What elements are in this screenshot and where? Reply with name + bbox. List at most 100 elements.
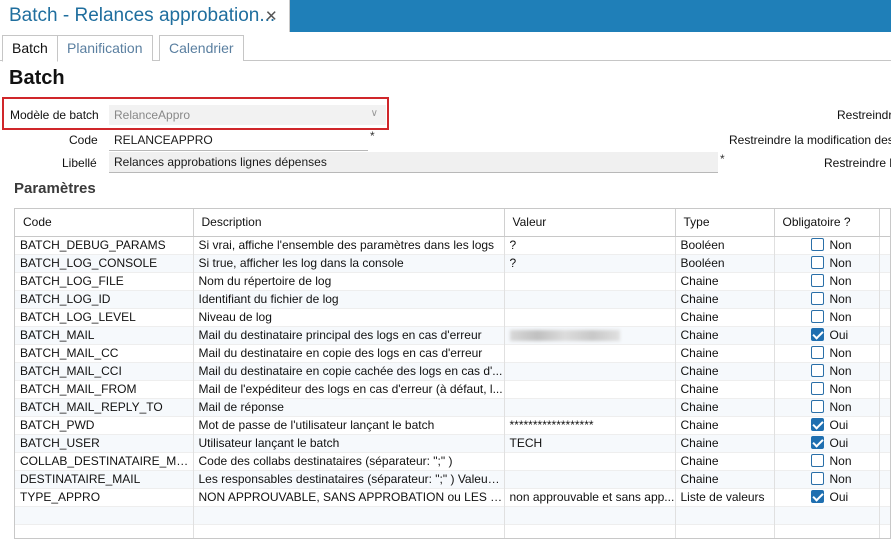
table-row[interactable]: BATCH_LOG_FILE Nom du répertoire de log Ch… (15, 272, 890, 290)
required-checkbox[interactable] (810, 310, 824, 324)
cell-value[interactable] (504, 326, 676, 344)
tab-bar: Batch Planification Calendrier (0, 32, 891, 62)
cell-type: Liste de valeurs (675, 488, 775, 506)
cell-type: Chaine (675, 326, 775, 344)
close-icon[interactable]: ✕ (265, 7, 278, 25)
required-label: Oui (829, 417, 849, 432)
cell-required: Non (774, 362, 880, 380)
cell-extra (879, 344, 890, 362)
cell-extra (879, 326, 890, 344)
cell-code: BATCH_MAIL_REPLY_TO (15, 398, 194, 416)
cell-value[interactable]: non approuvable et sans app... (504, 488, 676, 506)
cell-code: BATCH_LOG_CONSOLE (15, 254, 194, 272)
cell-value[interactable] (504, 308, 676, 326)
cell-value[interactable] (504, 398, 676, 416)
cell-extra (879, 362, 890, 380)
cell-value-text: ? (509, 238, 517, 252)
required-checkbox[interactable] (810, 238, 824, 252)
cell-code: BATCH_MAIL_CC (15, 344, 194, 362)
required-checkbox[interactable] (810, 436, 824, 450)
column-header-value[interactable]: Valeur (504, 209, 676, 237)
cell-type: Chaine (675, 344, 775, 362)
cell-code: BATCH_MAIL (15, 326, 194, 344)
cell-type: Chaine (675, 452, 775, 470)
table-row[interactable]: BATCH_USER Utilisateur lançant le batch TE… (15, 434, 890, 452)
column-header-extra (879, 209, 890, 237)
required-checkbox[interactable] (810, 472, 824, 486)
table-row[interactable]: BATCH_MAIL_FROM Mail de l'expéditeur des … (15, 380, 890, 398)
required-checkbox[interactable] (810, 274, 824, 288)
cell-description: Mail du destinataire en copie des logs e… (193, 344, 505, 362)
table-row[interactable]: BATCH_PWD Mot de passe de l'utilisateur l… (15, 416, 890, 434)
table-row[interactable]: BATCH_LOG_ID Identifiant du fichier de lo… (15, 290, 890, 308)
cell-value[interactable]: ****************** (504, 416, 676, 434)
required-label: Non (829, 399, 852, 414)
cell-value[interactable]: ? (504, 236, 676, 254)
cell-type: Chaine (675, 362, 775, 380)
table-row[interactable]: DESTINATAIRE_MAIL Les responsables destin… (15, 470, 890, 488)
cell-value[interactable] (504, 344, 676, 362)
cell-type: Chaine (675, 416, 775, 434)
tab-calendrier[interactable]: Calendrier (159, 35, 244, 61)
table-row[interactable]: COLLAB_DESTINATAIRE_MAIL Code des collabs… (15, 452, 890, 470)
table-row[interactable]: BATCH_MAIL_CCI Mail du destinataire en co… (15, 362, 890, 380)
cell-value[interactable]: TECH (504, 434, 676, 452)
required-checkbox[interactable] (810, 418, 824, 432)
table-row[interactable]: BATCH_MAIL Mail du destinataire principal… (15, 326, 890, 344)
cell-required: Non (774, 452, 880, 470)
required-checkbox[interactable] (810, 328, 824, 342)
cell-extra (879, 452, 890, 470)
table-row[interactable]: BATCH_MAIL_CC Mail du destinataire en cop… (15, 344, 890, 362)
model-select[interactable]: RelanceAppro ∨ (109, 105, 386, 125)
tab-batch[interactable]: Batch (2, 35, 58, 62)
restrict-label-2: Restreindre la modification des (729, 133, 891, 147)
cell-value[interactable] (504, 290, 676, 308)
required-label: Non (829, 363, 852, 378)
required-label: Non (829, 471, 852, 486)
cell-value-text: TECH (509, 436, 543, 450)
table-row[interactable]: BATCH_LOG_CONSOLE Si true, afficher les l… (15, 254, 890, 272)
column-header-code[interactable]: Code (15, 209, 194, 237)
cell-value[interactable] (504, 380, 676, 398)
cell-type: Chaine (675, 380, 775, 398)
cell-required: Non (774, 308, 880, 326)
table-row[interactable]: TYPE_APPRO NON APPROUVABLE, SANS APPROBAT… (15, 488, 890, 506)
required-checkbox[interactable] (810, 382, 824, 396)
required-label: Non (829, 291, 852, 306)
required-checkbox[interactable] (810, 256, 824, 270)
table-row[interactable]: BATCH_MAIL_REPLY_TO Mail de réponse Chaine… (15, 398, 890, 416)
cell-required: Non (774, 398, 880, 416)
required-mark: * (370, 129, 375, 143)
table-row[interactable]: BATCH_LOG_LEVEL Niveau de log Chaine Non (15, 308, 890, 326)
cell-value[interactable] (504, 362, 676, 380)
cell-required: Non (774, 344, 880, 362)
cell-value[interactable] (504, 272, 676, 290)
required-checkbox[interactable] (810, 400, 824, 414)
cell-value[interactable]: ? (504, 254, 676, 272)
libelle-field[interactable]: Relances approbations lignes dépenses (109, 152, 718, 173)
required-mark: * (720, 152, 725, 166)
cell-value[interactable] (504, 452, 676, 470)
cell-type: Booléen (675, 254, 775, 272)
cell-extra (879, 380, 890, 398)
document-tab[interactable]: Batch - Relances approbation... ✕ (0, 0, 290, 32)
table-row[interactable]: BATCH_DEBUG_PARAMS Si vrai, affiche l'ens… (15, 236, 890, 254)
code-label: Code (69, 133, 98, 147)
required-checkbox[interactable] (810, 292, 824, 306)
libelle-label: Libellé (62, 156, 97, 170)
cell-description: Nom du répertoire de log (193, 272, 505, 290)
cell-extra (879, 308, 890, 326)
cell-description: Niveau de log (193, 308, 505, 326)
column-header-type[interactable]: Type (675, 209, 775, 237)
cell-value[interactable] (504, 470, 676, 488)
column-header-description[interactable]: Description (193, 209, 505, 237)
cell-code: BATCH_MAIL_FROM (15, 380, 194, 398)
tab-planification[interactable]: Planification (57, 35, 153, 61)
required-checkbox[interactable] (810, 454, 824, 468)
required-checkbox[interactable] (810, 346, 824, 360)
restrict-label-1: Restreindr (837, 108, 891, 122)
column-header-required[interactable]: Obligatoire ? (774, 209, 880, 237)
required-checkbox[interactable] (810, 364, 824, 378)
required-checkbox[interactable] (810, 490, 824, 504)
code-field[interactable]: RELANCEAPPRO (109, 130, 368, 151)
